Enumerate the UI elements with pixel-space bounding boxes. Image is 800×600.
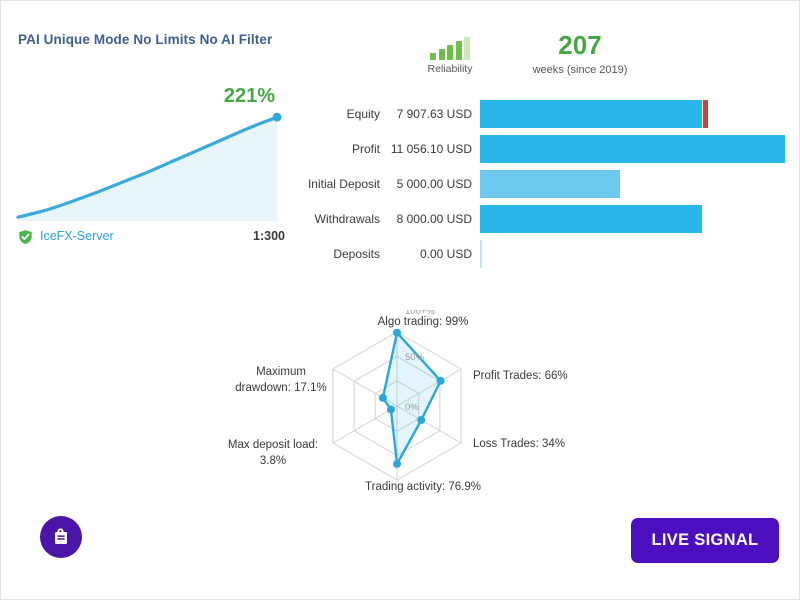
stat-bar — [480, 204, 702, 233]
server-info-row: IceFX-Server 1:300 — [18, 228, 285, 248]
radar-ring-label: 0% — [405, 402, 419, 413]
reliability-bar-5 — [464, 37, 470, 60]
leverage-label: 1:300 — [253, 229, 285, 243]
stat-value: 7 907.63 USD — [396, 106, 472, 121]
radar-axis-label-loss-trades: Loss Trades: 34% — [473, 438, 566, 450]
table-row: Initial Deposit 5 000.00 USD — [285, 166, 790, 201]
growth-percent-label: 221% — [223, 85, 275, 107]
trading-statistics-radar: 0% 50% 100+% Algo trading: 99% Profit Trade… — [225, 306, 580, 505]
brand-glyph-icon — [55, 528, 67, 544]
table-row: Withdrawals 8 000.00 USD — [285, 201, 790, 236]
stat-bar-marker — [702, 99, 708, 128]
radar-point-maximum-drawdown — [378, 393, 387, 402]
server-name-label: IceFX-Server — [40, 229, 114, 243]
stat-label: Equity — [346, 106, 380, 121]
radar-axis-label-trading-activity: Trading activity: 76.9% — [365, 481, 481, 493]
stat-bar-track — [480, 134, 790, 163]
radar-svg: 0%50%100+% — [332, 306, 462, 481]
table-row: Deposits 0.00 USD — [285, 236, 790, 271]
stat-bar-track — [480, 204, 790, 233]
reliability-label: Reliability — [427, 63, 473, 75]
radar-point-trading-activity — [393, 459, 401, 468]
reliability-bar-4 — [455, 41, 462, 60]
growth-chart: 221% IceFX-Server 1:300 — [10, 85, 285, 255]
reliability-indicator: Reliability — [415, 36, 485, 75]
stat-bar — [480, 169, 620, 198]
brand-logo-icon — [40, 516, 82, 558]
account-stats-table: Equity 7 907.63 USD Profit 11 056.10 USD Ini… — [285, 96, 790, 271]
stat-label: Deposits — [333, 246, 380, 261]
weeks-value: 207 — [558, 30, 602, 60]
stat-value: 0.00 USD — [419, 246, 472, 261]
radar-axis-label-algo-trading: Algo trading: 99% — [377, 316, 469, 328]
stat-bar-track — [480, 99, 790, 128]
shield-check-icon — [19, 230, 32, 244]
stat-value: 11 056.10 USD — [390, 141, 472, 156]
radar-point-profit-trades — [436, 376, 445, 385]
radar-point-loss-trades — [417, 416, 426, 424]
radar-axis-label-profit-trades: Profit Trades: 66% — [473, 370, 568, 382]
reliability-bar-3 — [447, 45, 453, 60]
stat-bar — [480, 239, 482, 268]
live-signal-button[interactable]: LIVE SIGNAL — [631, 518, 779, 563]
stat-bar — [480, 99, 702, 128]
stat-bar-track — [480, 169, 790, 198]
table-row: Profit 11 056.10 USD — [285, 131, 790, 166]
stat-label: Initial Deposit — [307, 176, 380, 191]
table-row: Equity 7 907.63 USD — [285, 96, 790, 131]
reliability-bar-2 — [438, 49, 445, 60]
radar-point-algo-trading — [393, 328, 401, 337]
reliability-bar-1 — [430, 53, 436, 60]
page-title: PAI Unique Mode No Limits No AI Filter — [18, 32, 273, 47]
signal-bars-icon — [415, 36, 485, 60]
radar-ring-label: 50% — [405, 352, 425, 363]
stat-label: Profit — [351, 141, 380, 156]
stat-value: 5 000.00 USD — [396, 176, 472, 191]
radar-axis-label-maximum-drawdown: Maximum drawdown: 17.1% — [235, 366, 327, 394]
radar-axis-label-max-deposit-load: Max deposit load: 3.8% — [227, 439, 319, 467]
growth-line-svg — [16, 112, 282, 221]
weeks-label: weeks (since 2019) — [532, 64, 628, 76]
stat-value: 8 000.00 USD — [396, 211, 472, 226]
stat-label: Withdrawals — [314, 211, 380, 226]
stat-bar-track — [480, 239, 790, 268]
radar-point-max-deposit-load — [386, 405, 395, 414]
stat-bar — [480, 134, 786, 163]
weeks-indicator: 207 weeks (since 2019) — [490, 32, 670, 76]
